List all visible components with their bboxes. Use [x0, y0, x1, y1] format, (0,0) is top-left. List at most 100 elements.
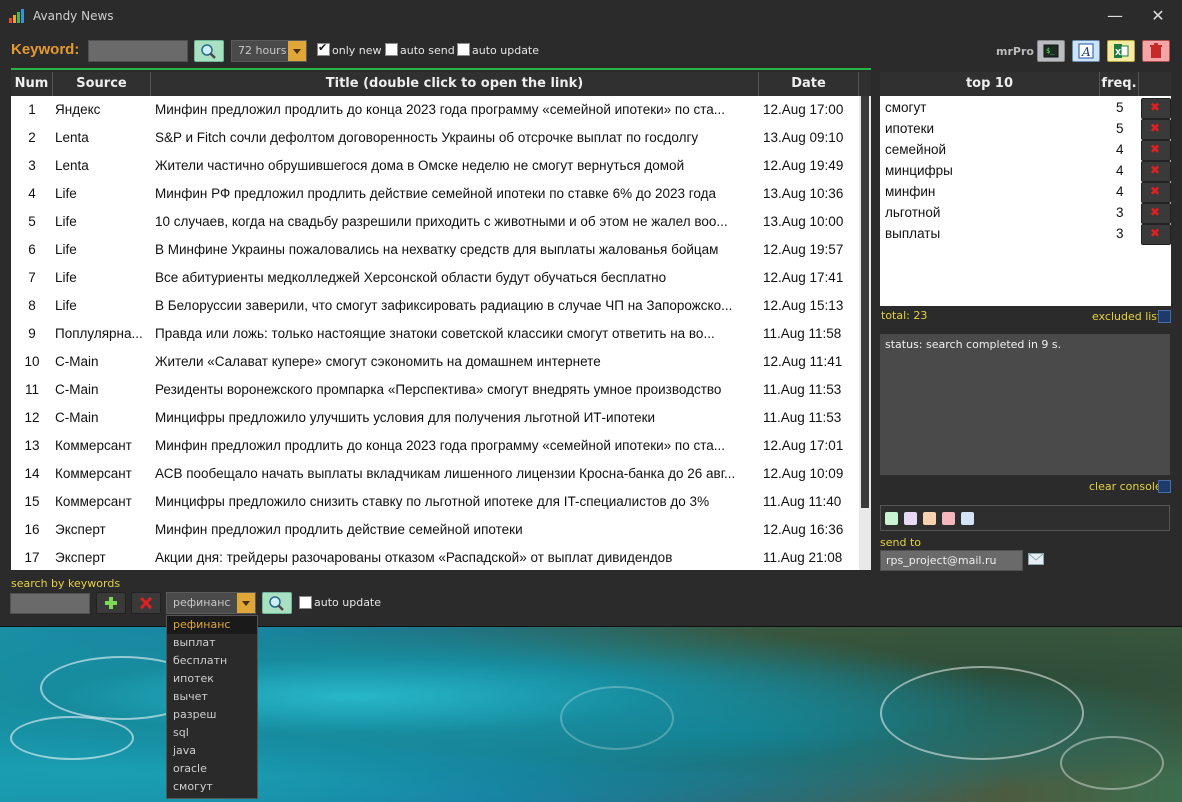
table-row[interactable]: 8 Life В Белоруссии заверили, что смогут з… [11, 292, 859, 320]
clear-console-checkbox[interactable] [1158, 480, 1171, 493]
column-header-freq[interactable]: freq. [1100, 72, 1139, 96]
table-row[interactable]: 12 C-Main Минцифры предложило улучшить усл… [11, 404, 859, 432]
table-row[interactable]: 10 C-Main Жители «Салават купере» смогут с… [11, 348, 859, 376]
add-keyword-button[interactable] [96, 592, 126, 614]
column-header-source[interactable]: Source [53, 72, 151, 96]
excluded-list-label: excluded list [1092, 310, 1162, 323]
keyword-select-value: рефинанс [173, 596, 231, 609]
color-swatch[interactable] [904, 512, 917, 525]
excel-export-button[interactable]: X [1107, 40, 1135, 62]
dropdown-option[interactable]: выплат [167, 634, 257, 652]
row-num: 14 [24, 466, 40, 481]
row-source: Эксперт [55, 550, 106, 565]
color-swatch[interactable] [923, 512, 936, 525]
row-title: S&P и Fitch сочли дефолтом договоренност… [155, 130, 699, 145]
column-header-top10[interactable]: top 10 [880, 72, 1100, 96]
color-swatch[interactable] [885, 512, 898, 525]
dropdown-option[interactable]: oracle [167, 760, 257, 778]
table-row[interactable]: 7 Life Все абитуриенты медколледжей Херсон… [11, 264, 859, 292]
table-row[interactable]: 3 Lenta Жители частично обрушившегося дома… [11, 152, 859, 180]
status-text: status: search completed in 9 s. [885, 338, 1062, 351]
row-num: 9 [28, 326, 36, 341]
table-row[interactable]: 2 Lenta S&P и Fitch сочли дефолтом договор… [11, 124, 859, 152]
table-row[interactable]: 15 Коммерсант Минцифры предложило снизить … [11, 488, 859, 516]
minimize-button[interactable]: — [1104, 6, 1126, 26]
table-row[interactable]: 17 Эксперт Акции дня: трейдеры разочарован… [11, 544, 859, 570]
table-scrollbar[interactable] [859, 96, 871, 570]
keyword-search-button[interactable] [262, 592, 292, 614]
table-row[interactable]: 5 Life 10 случаев, когда на свадьбу разреш… [11, 208, 859, 236]
row-num: 11 [24, 382, 39, 397]
top10-word: выплаты [885, 226, 941, 241]
exclude-word-button[interactable] [1141, 161, 1171, 182]
dropdown-option[interactable]: рефинанс [167, 616, 257, 634]
remove-keyword-button[interactable] [131, 592, 161, 614]
row-title: Жители «Салават купере» смогут сэкономит… [155, 354, 601, 369]
period-value: 72 hours [238, 44, 287, 57]
table-row[interactable]: 9 Поплулярна... Правда или ложь: только на… [11, 320, 859, 348]
row-date: 12.Aug 17:01 [763, 438, 844, 453]
dropdown-option[interactable]: смогут [167, 778, 257, 796]
envelope-icon [1028, 553, 1044, 565]
auto-update-checkbox[interactable] [457, 43, 470, 56]
table-row[interactable]: 13 Коммерсант Минфин предложил продлить до… [11, 432, 859, 460]
row-num: 1 [28, 102, 36, 117]
only-new-checkbox[interactable] [317, 41, 330, 56]
auto-send-checkbox[interactable] [385, 43, 398, 56]
scrollbar-thumb[interactable] [861, 96, 869, 508]
table-row[interactable]: 6 Life В Минфине Украины пожаловались на н… [11, 236, 859, 264]
exclude-word-button[interactable] [1141, 119, 1171, 140]
period-select[interactable]: 72 hours [231, 40, 307, 62]
keyword-select[interactable]: рефинанс [166, 592, 256, 614]
title-bar: Avandy News — ✕ [0, 0, 1182, 32]
dropdown-option[interactable]: разреш [167, 706, 257, 724]
top10-freq: 5 [1116, 100, 1124, 115]
dropdown-option[interactable]: sql [167, 724, 257, 742]
close-button[interactable]: ✕ [1147, 6, 1169, 26]
close-icon [139, 596, 153, 610]
chevron-down-icon [237, 593, 255, 613]
exclude-word-button[interactable] [1141, 98, 1171, 119]
keyword-auto-update-checkbox[interactable] [299, 596, 312, 609]
dropdown-option[interactable]: java [167, 742, 257, 760]
row-title: Минцифры предложило улучшить условия для… [155, 410, 656, 425]
dropdown-option[interactable]: бесплатн [167, 652, 257, 670]
dropdown-option[interactable]: ипотек [167, 670, 257, 688]
search-button[interactable] [194, 40, 224, 62]
table-row[interactable]: 1 Яндекс Минфин предложил продлить до конц… [11, 96, 859, 124]
row-title: Минфин предложил продлить до конца 2023 … [155, 438, 726, 453]
terminal-icon: $_ [1043, 44, 1059, 58]
dropdown-option[interactable]: вычет [167, 688, 257, 706]
row-source: Life [55, 270, 77, 285]
table-row[interactable]: 16 Эксперт Минфин предложил продлить дейст… [11, 516, 859, 544]
font-button[interactable]: A [1072, 40, 1100, 62]
row-source: Lenta [55, 158, 89, 173]
console-button[interactable]: $_ [1037, 40, 1065, 62]
trash-icon [1150, 43, 1162, 58]
table-row[interactable]: 14 Коммерсант АСВ пообещало начать выплаты… [11, 460, 859, 488]
table-row[interactable]: 11 C-Main Резиденты воронежского промпарка… [11, 376, 859, 404]
row-title: Резиденты воронежского промпарка «Перспе… [155, 382, 722, 397]
color-swatch[interactable] [942, 512, 955, 525]
email-input[interactable]: rps_project@mail.ru [880, 550, 1023, 571]
exclude-word-button[interactable] [1141, 140, 1171, 161]
top10-word: льготной [885, 205, 941, 220]
send-mail-button[interactable] [1028, 553, 1044, 565]
search-icon [269, 596, 284, 611]
delete-button[interactable] [1142, 40, 1170, 62]
column-header-num[interactable]: Num [11, 72, 53, 96]
exclude-word-button[interactable] [1141, 182, 1171, 203]
column-header-date[interactable]: Date [759, 72, 859, 96]
keyword-input[interactable] [88, 40, 188, 62]
exclude-word-button[interactable] [1141, 224, 1171, 245]
progress-line [11, 68, 871, 70]
keyword-search-input[interactable] [10, 593, 90, 614]
excluded-list-checkbox[interactable] [1158, 310, 1171, 323]
row-date: 11.Aug 11:53 [763, 410, 842, 425]
send-to-label: send to [880, 536, 921, 549]
table-row[interactable]: 4 Life Минфин РФ предложил продлить действ… [11, 180, 859, 208]
exclude-word-button[interactable] [1141, 203, 1171, 224]
color-swatch[interactable] [961, 512, 974, 525]
column-header-title[interactable]: Title (double click to open the link) [151, 72, 759, 96]
row-date: 11.Aug 11:58 [763, 326, 842, 341]
